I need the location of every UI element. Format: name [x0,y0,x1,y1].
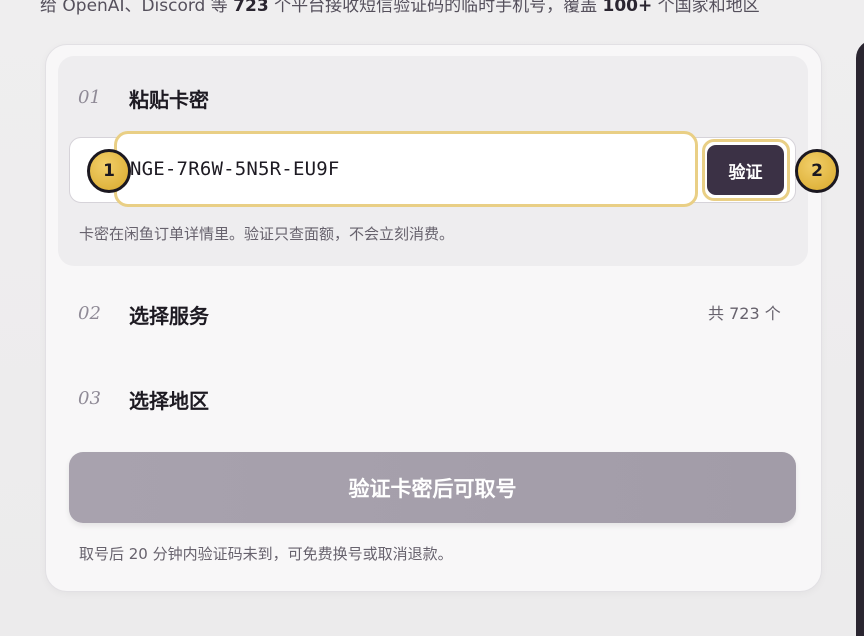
step3-title: 选择地区 [129,389,209,413]
step1-title: 粘贴卡密 [129,88,209,112]
step2-number: 02 [78,303,101,324]
marker-1: 1 [87,149,131,193]
footer-hint: 取号后 20 分钟内验证码未到，可免费换号或取消退款。 [79,545,453,563]
intro-suffix: 个国家和地区 [652,0,760,16]
intro-region-count: 100+ [602,0,653,16]
step1-hint: 卡密在闲鱼订单详情里。验证只查面额，不会立刻消费。 [79,225,455,243]
take-number-button[interactable]: 验证卡密后可取号 [69,452,796,523]
intro-text: 给 OpenAI、Discord 等 723 个平台接收短信验证码的临时手机号，… [40,0,760,16]
card-key-input[interactable] [118,136,692,202]
step1-number: 01 [78,87,101,108]
side-panel-edge [856,40,864,636]
verify-button[interactable]: 验证 [707,145,784,195]
step3-number: 03 [78,388,101,409]
service-count: 共 723 个 [708,304,781,323]
marker-2: 2 [795,149,839,193]
page: 给 OpenAI、Discord 等 723 个平台接收短信验证码的临时手机号，… [0,0,864,636]
step2-title: 选择服务 [129,304,209,328]
intro-prefix: 给 OpenAI、Discord 等 [40,0,234,16]
intro-service-count: 723 [233,0,269,16]
intro-middle: 个平台接收短信验证码的临时手机号，覆盖 [268,0,603,16]
